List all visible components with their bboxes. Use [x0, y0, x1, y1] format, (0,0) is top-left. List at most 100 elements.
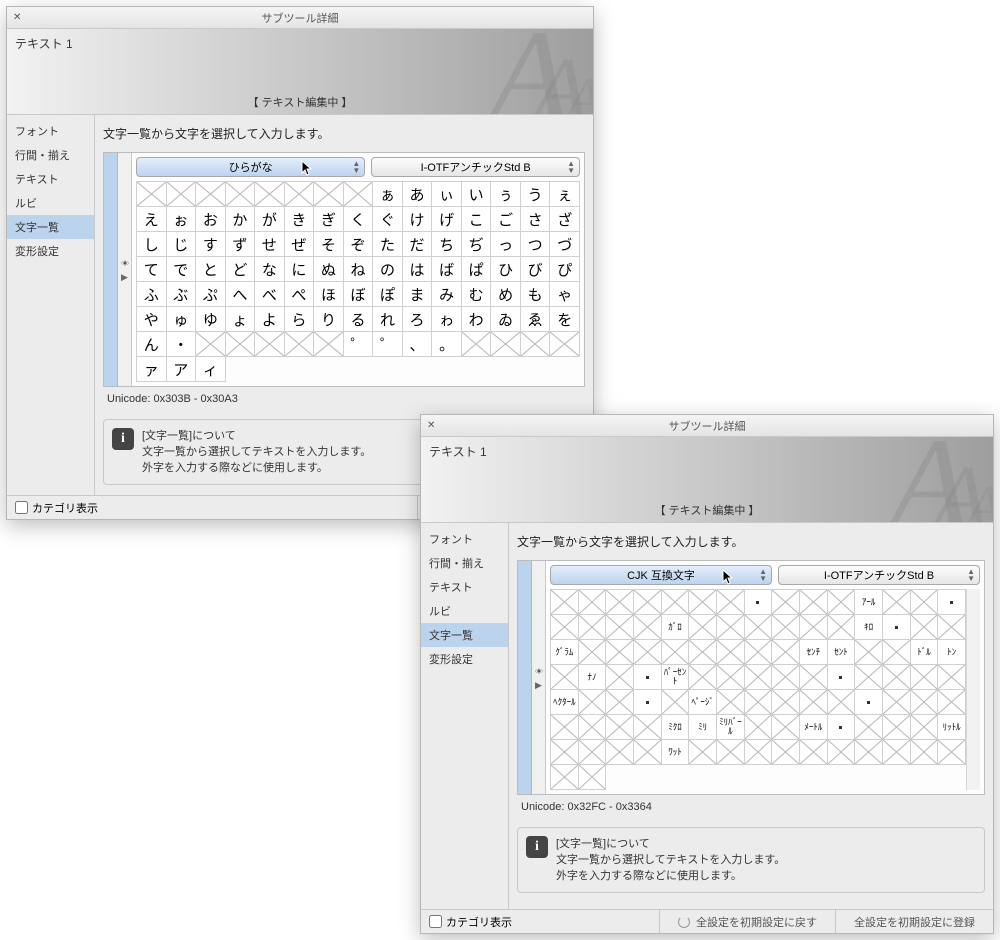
char-cell[interactable]: ぁ: [373, 182, 403, 207]
char-cell[interactable]: ゑ: [521, 307, 551, 332]
char-cell[interactable]: [883, 665, 911, 690]
sidebar-item[interactable]: 変形設定: [7, 239, 94, 263]
char-cell[interactable]: げ: [432, 207, 462, 232]
char-cell[interactable]: ア: [167, 357, 197, 382]
char-cell[interactable]: ぷ: [196, 282, 226, 307]
char-cell[interactable]: む: [462, 282, 492, 307]
char-cell[interactable]: も: [521, 282, 551, 307]
char-cell[interactable]: ぞ: [344, 232, 374, 257]
char-cell[interactable]: ぜ: [285, 232, 315, 257]
char-cell[interactable]: [226, 332, 256, 357]
char-cell[interactable]: [855, 690, 883, 715]
char-cell[interactable]: [911, 590, 939, 615]
char-cell[interactable]: [800, 590, 828, 615]
char-cell[interactable]: ゜: [373, 332, 403, 357]
char-cell[interactable]: [855, 665, 883, 690]
char-cell[interactable]: [772, 590, 800, 615]
char-cell[interactable]: り: [314, 307, 344, 332]
char-cell[interactable]: [634, 615, 662, 640]
char-cell[interactable]: [606, 665, 634, 690]
char-cell[interactable]: ゐ: [491, 307, 521, 332]
char-cell[interactable]: [772, 740, 800, 765]
char-cell[interactable]: ぽ: [373, 282, 403, 307]
char-cell[interactable]: [579, 740, 607, 765]
char-cell[interactable]: [855, 740, 883, 765]
char-cell[interactable]: か: [226, 207, 256, 232]
font-dropdown[interactable]: I-OTFアンチックStd B ▲▼: [778, 565, 980, 585]
char-cell[interactable]: ｶﾞﾛ: [662, 615, 690, 640]
char-cell[interactable]: ィ: [196, 357, 226, 382]
visibility-bar[interactable]: ▶: [118, 153, 132, 386]
char-cell[interactable]: ぉ: [167, 207, 197, 232]
checkbox-input[interactable]: [429, 915, 442, 928]
char-cell[interactable]: ﾜｯﾄ: [662, 740, 690, 765]
font-dropdown[interactable]: I-OTFアンチックStd B ▲▼: [371, 157, 580, 177]
char-cell[interactable]: え: [137, 207, 167, 232]
char-cell[interactable]: せ: [255, 232, 285, 257]
sidebar-item[interactable]: テキスト: [421, 575, 508, 599]
char-cell[interactable]: び: [521, 257, 551, 282]
visibility-bar[interactable]: ▶: [532, 561, 546, 794]
titlebar[interactable]: ✕ サブツール詳細: [7, 7, 593, 29]
char-cell[interactable]: [606, 640, 634, 665]
char-cell[interactable]: [462, 332, 492, 357]
sidebar-item[interactable]: 文字一覧: [421, 623, 508, 647]
char-cell[interactable]: ﾊﾟｰｾﾝﾄ: [662, 665, 690, 690]
char-cell[interactable]: ﾄﾝ: [938, 640, 966, 665]
char-cell[interactable]: ゃ: [550, 282, 580, 307]
char-cell[interactable]: く: [344, 207, 374, 232]
char-cell[interactable]: ぐ: [373, 207, 403, 232]
char-cell[interactable]: [606, 590, 634, 615]
char-cell[interactable]: [689, 640, 717, 665]
char-cell[interactable]: は: [403, 257, 433, 282]
char-cell[interactable]: [772, 640, 800, 665]
char-cell[interactable]: ﾐﾘﾊﾞｰﾙ: [717, 715, 745, 740]
char-cell[interactable]: ね: [344, 257, 374, 282]
char-cell[interactable]: [255, 332, 285, 357]
category-dropdown[interactable]: ひらがな ▲▼: [136, 157, 365, 177]
char-cell[interactable]: [883, 590, 911, 615]
char-cell[interactable]: ぺ: [285, 282, 315, 307]
char-cell[interactable]: け: [403, 207, 433, 232]
char-cell[interactable]: が: [255, 207, 285, 232]
char-cell[interactable]: と: [196, 257, 226, 282]
toggle-bar[interactable]: [104, 153, 118, 386]
char-cell[interactable]: [938, 615, 966, 640]
char-cell[interactable]: [167, 182, 197, 207]
char-cell[interactable]: ま: [403, 282, 433, 307]
char-cell[interactable]: [579, 640, 607, 665]
char-cell[interactable]: に: [285, 257, 315, 282]
category-display-checkbox[interactable]: カテゴリ表示: [421, 914, 659, 930]
char-cell[interactable]: [634, 740, 662, 765]
char-cell[interactable]: ふ: [137, 282, 167, 307]
char-cell[interactable]: ぅ: [491, 182, 521, 207]
char-cell[interactable]: ゎ: [432, 307, 462, 332]
char-cell[interactable]: ﾐﾘ: [689, 715, 717, 740]
char-cell[interactable]: [717, 615, 745, 640]
char-cell[interactable]: で: [167, 257, 197, 282]
char-cell[interactable]: ぇ: [550, 182, 580, 207]
char-cell[interactable]: べ: [255, 282, 285, 307]
category-dropdown[interactable]: CJK 互換文字 ▲▼: [550, 565, 772, 585]
char-cell[interactable]: [828, 615, 856, 640]
char-cell[interactable]: [855, 640, 883, 665]
char-cell[interactable]: [662, 640, 690, 665]
sidebar-item[interactable]: テキスト: [7, 167, 94, 191]
char-cell[interactable]: [745, 615, 773, 640]
char-cell[interactable]: み: [432, 282, 462, 307]
char-cell[interactable]: [314, 182, 344, 207]
char-cell[interactable]: ば: [432, 257, 462, 282]
char-cell[interactable]: つ: [521, 232, 551, 257]
char-cell[interactable]: ァ: [137, 357, 167, 382]
char-cell[interactable]: [634, 715, 662, 740]
char-cell[interactable]: ｾﾝﾁ: [800, 640, 828, 665]
char-cell[interactable]: [550, 332, 580, 357]
char-cell[interactable]: [551, 615, 579, 640]
char-cell[interactable]: [883, 715, 911, 740]
char-cell[interactable]: [137, 182, 167, 207]
char-cell[interactable]: ど: [226, 257, 256, 282]
char-cell[interactable]: ・: [167, 332, 197, 357]
char-cell[interactable]: [551, 715, 579, 740]
char-cell[interactable]: [344, 182, 374, 207]
char-cell[interactable]: [745, 690, 773, 715]
